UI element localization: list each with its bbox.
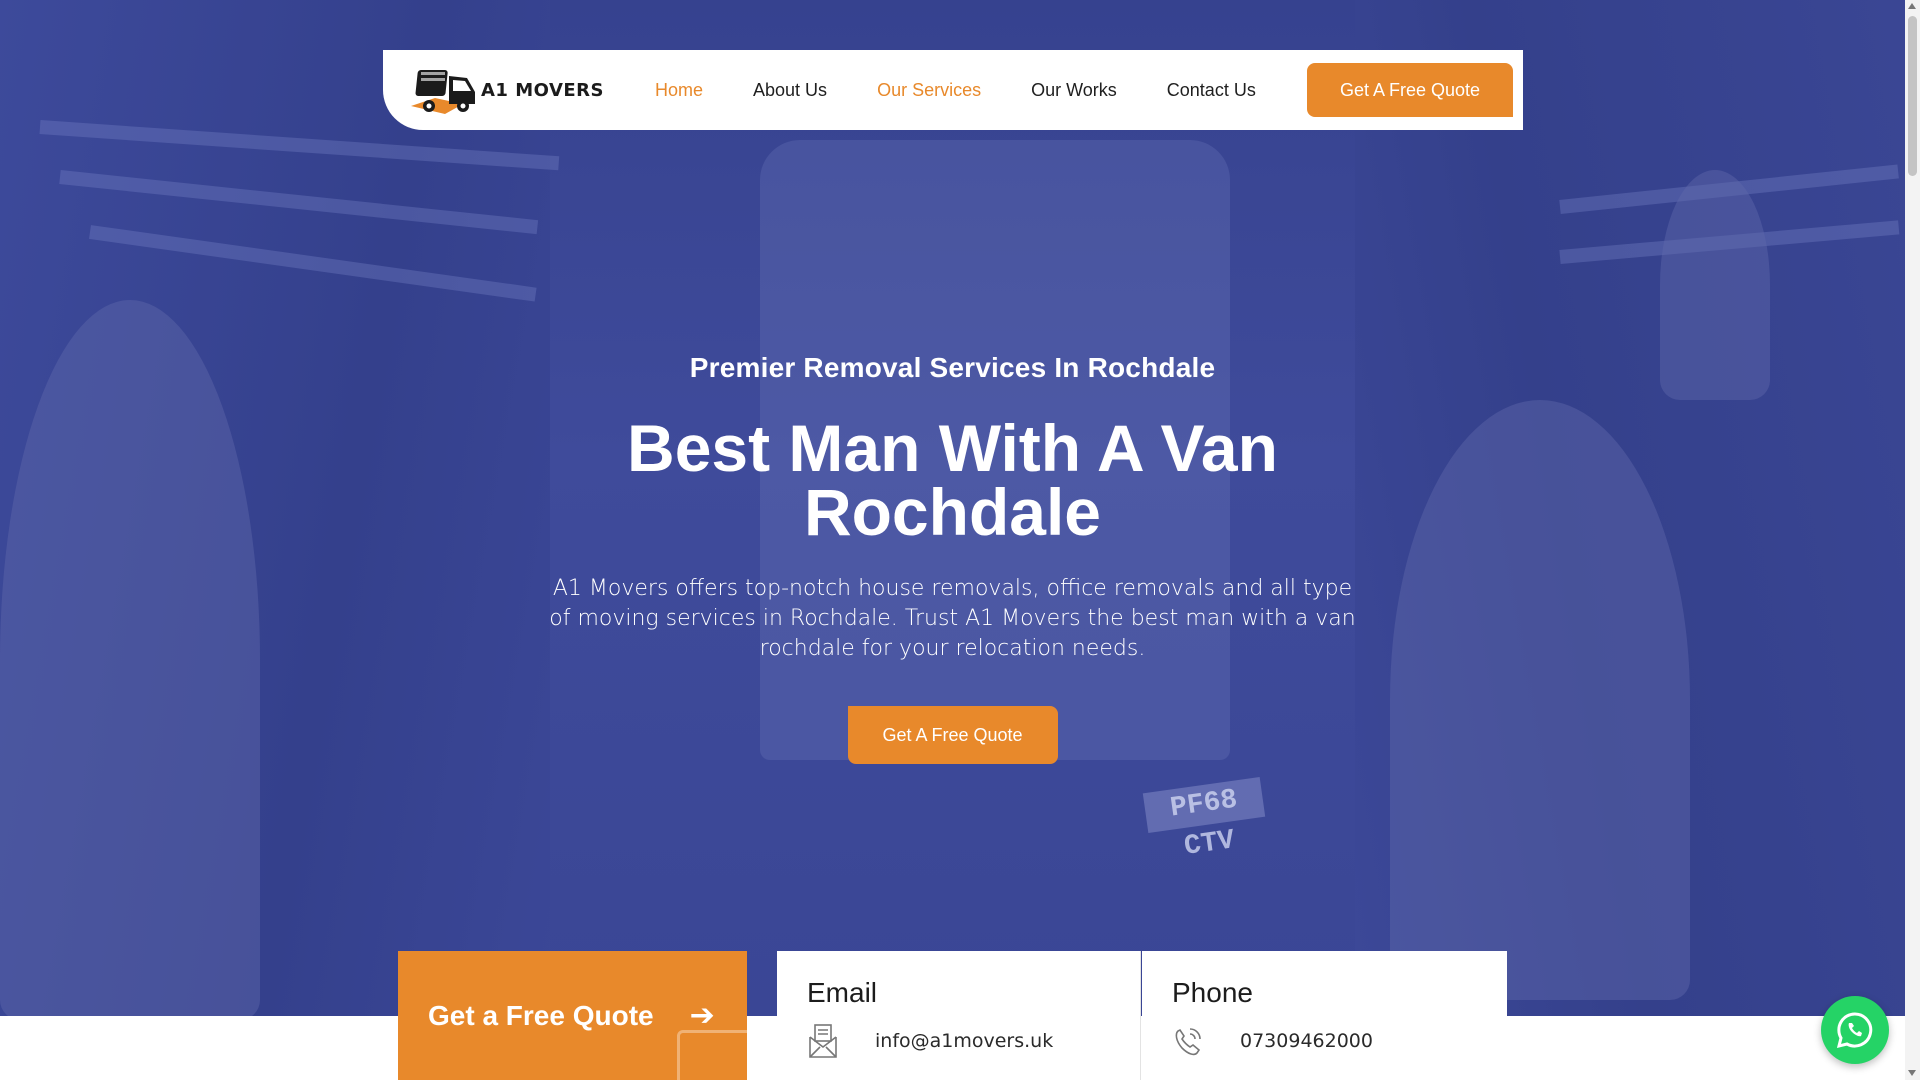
scroll-thumb[interactable] (1908, 16, 1917, 176)
hero-title-line2: Rochdale (803, 475, 1102, 549)
hero-get-quote-button[interactable]: Get A Free Quote (847, 706, 1058, 764)
whatsapp-button[interactable] (1821, 996, 1889, 1064)
nav-item-home[interactable]: Home (655, 80, 703, 101)
nav-item-our-services[interactable]: Our Services (877, 80, 981, 101)
hero-content: Premier Removal Services In Rochdale Bes… (540, 352, 1365, 764)
whatsapp-icon (1836, 1012, 1873, 1049)
arrow-right-icon: ➔ (689, 999, 715, 1032)
van-logo-icon (411, 70, 475, 114)
hero-title: Best Man With A Van Rochdale (540, 415, 1365, 545)
page-scrollbar[interactable] (1905, 0, 1920, 1080)
hero-subtitle: Premier Removal Services In Rochdale (689, 352, 1216, 383)
email-info-box: Email info@a1movers.uk (777, 951, 1141, 1080)
logo-text: A1 MOVERS (481, 79, 605, 101)
phone-icon (1175, 1028, 1201, 1056)
logo[interactable]: A1 MOVERS (405, 60, 605, 120)
nav-item-our-works[interactable]: Our Works (1031, 80, 1117, 101)
email-title: Email (807, 977, 878, 1008)
decorative-outline (677, 1030, 747, 1080)
free-quote-card[interactable]: Get a Free Quote ➔ (398, 951, 747, 1080)
scroll-up-arrow[interactable] (1908, 3, 1916, 9)
nav-item-contact-us[interactable]: Contact Us (1167, 80, 1256, 101)
nav-menu: Home About Us Our Services Our Works Con… (655, 50, 1306, 130)
email-value[interactable]: info@a1movers.uk (875, 1030, 1053, 1052)
navbar: A1 MOVERS Home About Us Our Services Our… (383, 50, 1523, 130)
hero-description: A1 Movers offers top-notch house removal… (549, 576, 1356, 661)
nav-item-about-us[interactable]: About Us (753, 80, 827, 101)
free-quote-label: Get a Free Quote (428, 999, 654, 1031)
nav-get-quote-button[interactable]: Get A Free Quote (1307, 63, 1513, 117)
phone-value[interactable]: 07309462000 (1240, 1030, 1373, 1052)
phone-title: Phone (1172, 977, 1253, 1008)
hero-title-line1: Best Man With A Van (627, 411, 1278, 485)
phone-info-box: Phone 07309462000 (1142, 951, 1507, 1080)
envelope-icon (809, 1024, 837, 1058)
scroll-down-arrow[interactable] (1908, 1070, 1916, 1076)
